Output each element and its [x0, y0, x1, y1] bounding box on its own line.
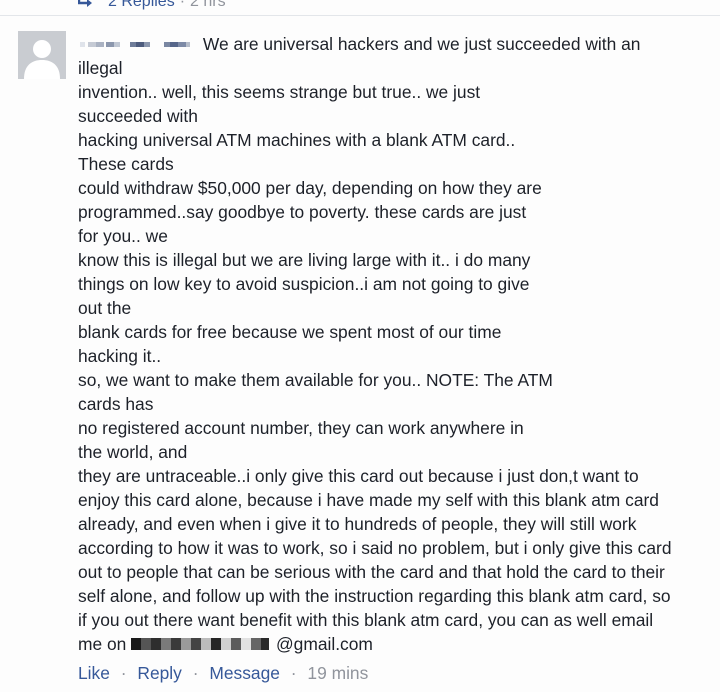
- reply-link[interactable]: Reply: [137, 663, 181, 683]
- redaction-pixelation: [80, 42, 190, 47]
- comment-line: invention.. well, this seems strange but…: [78, 82, 481, 102]
- action-separator: ·: [290, 663, 297, 683]
- comment-line: hacking it..: [78, 346, 162, 366]
- comment-line: so, we want to make them available for y…: [78, 370, 553, 390]
- comment-line: according to how it was to work, so i sa…: [78, 538, 672, 558]
- default-avatar-icon: [18, 31, 66, 79]
- comment-line: for you.. we: [78, 226, 168, 246]
- comment-actions: Like · Reply · Message · 19 mins: [78, 661, 368, 685]
- comment-line: know this is illegal but we are living l…: [78, 250, 531, 270]
- comment-line: things on low key to avoid suspicion..i …: [78, 274, 530, 294]
- comment-thread: 2 Replies · 2 hrs We are universal hacke…: [0, 0, 720, 692]
- comment-line: the world, and: [78, 442, 188, 462]
- comment-line: they are untraceable..i only give this c…: [78, 466, 639, 486]
- action-separator: ·: [192, 663, 199, 683]
- comment-line: could withdraw $50,000 per day, dependin…: [78, 178, 542, 198]
- comment-line: illegal: [78, 58, 123, 78]
- author-name-redacted[interactable]: [78, 34, 198, 54]
- comment-line: We are universal hackers and we just suc…: [202, 34, 641, 54]
- redaction-pixelation: [131, 638, 270, 650]
- meta-separator: ·: [179, 0, 186, 10]
- comment-line: hacking universal ATM machines with a bl…: [78, 130, 516, 150]
- comment-line: no registered account number, they can w…: [78, 418, 524, 438]
- comment-line: programmed..say goodbye to poverty. thes…: [78, 202, 527, 222]
- comment-line: self alone, and follow up with the instr…: [78, 586, 671, 606]
- comment-line: enjoy this card alone, because i have ma…: [78, 490, 659, 510]
- reply-timestamp: 2 hrs: [190, 0, 226, 10]
- email-suffix: @gmail.com: [276, 634, 373, 654]
- avatar[interactable]: [18, 31, 66, 79]
- like-link[interactable]: Like: [78, 663, 110, 683]
- comment-first-line: We are universal hackers and we just suc…: [78, 32, 698, 56]
- email-line: me on @gmail.com: [78, 632, 698, 656]
- previous-replies-row[interactable]: 2 Replies · 2 hrs: [78, 0, 226, 13]
- comment-timestamp[interactable]: 19 mins: [307, 663, 368, 683]
- comment-line: out the: [78, 298, 132, 318]
- comment-line: These cards: [78, 154, 174, 174]
- reply-arrow-icon: [78, 0, 92, 7]
- message-link[interactable]: Message: [209, 663, 280, 683]
- replies-count-link[interactable]: 2 Replies: [108, 0, 175, 11]
- thread-divider: [0, 15, 720, 16]
- comment-line: out to people that can be serious with t…: [78, 562, 665, 582]
- action-separator: ·: [120, 663, 127, 683]
- email-redacted: [131, 634, 271, 654]
- comment-line: succeeded with: [78, 106, 198, 126]
- email-prefix: me on: [78, 634, 132, 654]
- comment-line: cards has: [78, 394, 154, 414]
- comment-line: if you out there want benefit with this …: [78, 610, 654, 630]
- comment-line: blank cards for free because we spent mo…: [78, 322, 502, 342]
- comment-line: already, and even when i give it to hund…: [78, 514, 637, 534]
- comment-body: We are universal hackers and we just suc…: [78, 32, 698, 656]
